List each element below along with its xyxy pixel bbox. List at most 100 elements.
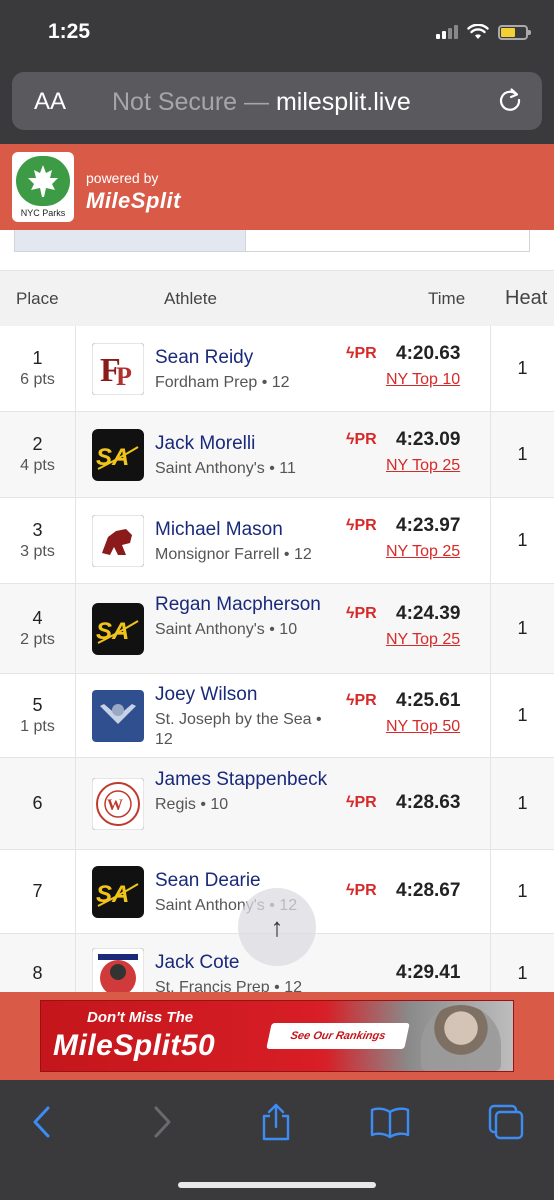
arrow-up-icon: ↑ bbox=[270, 911, 284, 942]
heat-cell: 1 bbox=[490, 674, 554, 757]
wifi-icon bbox=[467, 24, 489, 39]
tab-strip bbox=[0, 230, 554, 252]
status-icons bbox=[436, 24, 531, 40]
pr-badge: ϟPR bbox=[346, 794, 377, 812]
header-heat: Heat bbox=[505, 287, 548, 309]
security-label: Not Secure bbox=[112, 88, 238, 116]
place-points: 2 pts bbox=[20, 631, 55, 648]
athlete-cell: Jack Cote St. Francis Prep • 12 bbox=[155, 950, 335, 998]
bookmarks-button[interactable] bbox=[368, 1100, 412, 1144]
time-value: 4:25.61 bbox=[396, 690, 461, 711]
athlete-name-link[interactable]: Regan Macpherson bbox=[155, 592, 335, 618]
ad-cta-button[interactable]: See Our Rankings bbox=[266, 1023, 410, 1049]
pr-label: PR bbox=[354, 517, 377, 534]
maple-leaf-icon bbox=[16, 156, 70, 206]
athlete-cell: James Stappenbeck Regis • 10 bbox=[155, 767, 335, 815]
place-points: 1 pts bbox=[20, 718, 55, 735]
heat-cell: 1 bbox=[490, 326, 554, 411]
reload-icon[interactable] bbox=[496, 86, 524, 114]
saint-anthonys-logo[interactable]: SA bbox=[92, 866, 144, 918]
table-row[interactable]: 2 4 pts SA Jack Morelli Saint Anthony's • 11… bbox=[0, 412, 554, 498]
athlete-cell: Sean Reidy Fordham Prep • 12 bbox=[155, 345, 335, 393]
milesplit-logo[interactable]: MileSplit bbox=[86, 188, 181, 214]
rank-link[interactable]: NY Top 25 bbox=[386, 457, 460, 475]
athlete-school: Saint Anthony's • 11 bbox=[155, 460, 296, 477]
table-row[interactable]: 4 2 pts SA Regan Macpherson Saint Anthony's … bbox=[0, 584, 554, 674]
st-joseph-logo[interactable] bbox=[92, 690, 144, 742]
pr-label: PR bbox=[354, 794, 377, 811]
tab-right[interactable] bbox=[246, 230, 530, 252]
athlete-cell: Jack Morelli Saint Anthony's • 11 bbox=[155, 431, 335, 479]
pr-label: PR bbox=[354, 882, 377, 899]
pr-label: PR bbox=[354, 431, 377, 448]
athlete-cell: Michael Mason Monsignor Farrell • 12 bbox=[155, 517, 335, 565]
athlete-name-link[interactable]: James Stappenbeck bbox=[155, 767, 335, 793]
pr-badge: ϟPR bbox=[346, 345, 377, 363]
share-button[interactable] bbox=[254, 1100, 298, 1144]
pr-label: PR bbox=[354, 605, 377, 622]
chevron-left-icon bbox=[33, 1106, 50, 1138]
rank-link[interactable]: NY Top 50 bbox=[386, 718, 460, 736]
pr-badge: ϟPR bbox=[346, 882, 377, 900]
url-separator: — bbox=[237, 88, 276, 116]
pr-badge: ϟPR bbox=[346, 605, 377, 623]
ad-line1: Don't Miss The bbox=[87, 1009, 194, 1026]
table-row[interactable]: 3 3 pts Michael Mason Monsignor Farrell • 1… bbox=[0, 498, 554, 584]
address-bar[interactable]: AA Not Secure — milesplit.live bbox=[12, 72, 542, 130]
place-cell: 5 1 pts bbox=[0, 674, 76, 757]
place-points: 3 pts bbox=[20, 543, 55, 560]
table-row[interactable]: 5 1 pts Joey Wilson St. Joseph by the Sea •… bbox=[0, 674, 554, 758]
cellular-signal-icon bbox=[436, 25, 458, 39]
nyc-parks-logo[interactable]: NYC Parks bbox=[12, 152, 74, 222]
tabs-button[interactable] bbox=[484, 1100, 528, 1144]
heat-cell: 1 bbox=[490, 584, 554, 673]
table-header: Place Athlete Time Heat bbox=[0, 270, 554, 326]
time-value: 4:29.41 bbox=[396, 962, 461, 983]
back-button[interactable] bbox=[20, 1100, 64, 1144]
athlete-name-link[interactable]: Sean Dearie bbox=[155, 868, 335, 894]
tab-left[interactable] bbox=[14, 230, 246, 252]
place-points: 4 pts bbox=[20, 457, 55, 474]
pr-label: PR bbox=[354, 345, 377, 362]
place-cell: 2 4 pts bbox=[0, 412, 76, 497]
athlete-school: Regis • 10 bbox=[155, 796, 229, 813]
ad-runner-image bbox=[421, 1005, 501, 1071]
saint-anthonys-logo[interactable]: SA bbox=[92, 603, 144, 655]
svg-text:W: W bbox=[107, 797, 123, 814]
athlete-name-link[interactable]: Sean Reidy bbox=[155, 345, 335, 371]
pr-label: PR bbox=[354, 692, 377, 709]
athlete-name-link[interactable]: Joey Wilson bbox=[155, 682, 335, 708]
saint-anthonys-logo[interactable]: SA bbox=[92, 429, 144, 481]
heat-cell: 1 bbox=[490, 412, 554, 497]
athlete-name-link[interactable]: Michael Mason bbox=[155, 517, 335, 543]
text-size-button[interactable]: AA bbox=[34, 88, 66, 116]
fordham-prep-logo[interactable]: FP bbox=[91, 342, 145, 396]
time-value: 4:28.67 bbox=[396, 880, 461, 901]
athlete-cell: Regan Macpherson Saint Anthony's • 10 bbox=[155, 592, 335, 640]
athlete-name-link[interactable]: Jack Cote bbox=[155, 950, 335, 976]
forward-button[interactable] bbox=[140, 1100, 184, 1144]
athlete-school: Saint Anthony's • 10 bbox=[155, 621, 298, 638]
scroll-to-top-button[interactable]: ↑ bbox=[238, 888, 316, 966]
athlete-school: Fordham Prep • 12 bbox=[155, 374, 290, 391]
milesplit50-ad[interactable]: Don't Miss The MileSplit50 See Our Ranki… bbox=[40, 1000, 514, 1072]
pr-badge: ϟPR bbox=[346, 431, 377, 449]
header-time: Time bbox=[428, 289, 466, 308]
regis-logo[interactable]: W bbox=[91, 777, 145, 831]
athlete-name-link[interactable]: Jack Morelli bbox=[155, 431, 335, 457]
url-text[interactable]: Not Secure — milesplit.live bbox=[112, 88, 411, 117]
browser-toolbar bbox=[0, 1080, 554, 1200]
rank-link[interactable]: NY Top 25 bbox=[386, 543, 460, 561]
rank-link[interactable]: NY Top 25 bbox=[386, 631, 460, 649]
pr-badge: ϟPR bbox=[346, 517, 377, 535]
header-place: Place bbox=[16, 289, 59, 308]
table-row[interactable]: 6 W James Stappenbeck Regis • 10 ϟPR 4:28.63 1 bbox=[0, 758, 554, 850]
monsignor-farrell-logo[interactable] bbox=[91, 514, 145, 568]
time-value: 4:24.39 bbox=[396, 603, 461, 624]
table-row[interactable]: 1 6 pts F P Sean Reidy Fordham Prep • 12 ϟPR 4:… bbox=[0, 326, 554, 412]
time-value: 4:23.09 bbox=[396, 429, 461, 450]
rank-link[interactable]: NY Top 10 bbox=[386, 371, 460, 389]
time-value: 4:23.97 bbox=[396, 515, 461, 536]
heat-cell: 1 bbox=[490, 758, 554, 849]
place-number: 7 bbox=[32, 881, 43, 901]
